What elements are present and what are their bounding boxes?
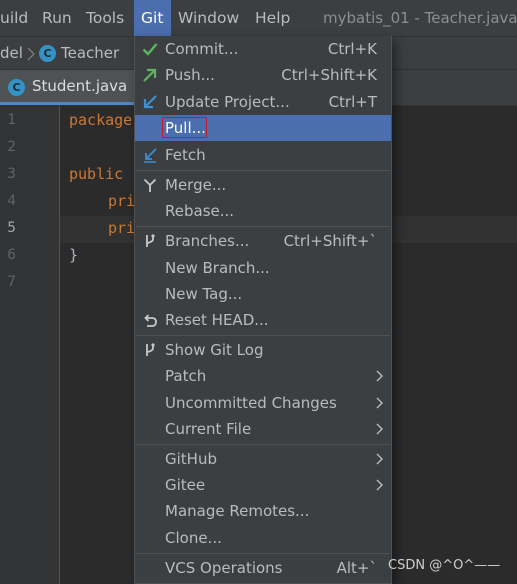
menu-item-shortcut: Alt+` (336, 559, 377, 577)
undo-icon (144, 314, 157, 327)
merge-icon (143, 178, 157, 192)
menu-separator (136, 444, 390, 445)
menu-item-uncommitted-changes[interactable]: Uncommitted Changes (135, 390, 391, 416)
menu-item-current-file[interactable]: Current File (135, 416, 391, 442)
chevron-right-icon (27, 47, 35, 61)
menu-separator (136, 226, 390, 227)
menu-item-new-branch[interactable]: New Branch... (135, 255, 391, 281)
menu-item-new-tag[interactable]: New Tag... (135, 281, 391, 307)
tab-student-java[interactable]: C Student.java (0, 70, 145, 105)
menu-item-label: Push... (165, 66, 215, 84)
menu-item-label: Current File (165, 420, 252, 438)
breadcrumb-item-current[interactable]: Teacher (61, 37, 119, 71)
menu-item-vcs-operations[interactable]: VCS Operations Alt+` (135, 555, 391, 581)
menu-item-rebase[interactable]: Rebase... (135, 198, 391, 224)
menu-separator (136, 553, 390, 554)
menu-help[interactable]: Help (255, 0, 290, 36)
menu-separator (136, 170, 390, 171)
menu-item-label: Merge... (165, 176, 227, 194)
menu-item-fetch[interactable]: Fetch (135, 142, 391, 168)
class-icon: C (8, 79, 25, 96)
chevron-right-icon (376, 397, 383, 409)
line-number: 3 (7, 166, 16, 182)
checkmark-icon (142, 43, 158, 56)
menu-item-label: Reset HEAD... (165, 311, 269, 329)
line-number: 7 (7, 274, 16, 290)
menu-item-label: New Branch... (165, 259, 270, 277)
menu-item-show-git-log[interactable]: Show Git Log (135, 337, 391, 363)
menu-item-label: New Tag... (165, 285, 243, 303)
branch-icon (146, 234, 155, 247)
menu-item-update-project[interactable]: Update Project... Ctrl+T (135, 89, 391, 115)
menu-item-label: Gitee (165, 476, 206, 494)
menu-item-label: Show Git Log (165, 341, 264, 359)
push-arrow-icon (143, 68, 157, 82)
code-line-4: pri (108, 192, 136, 210)
watermark: CSDN @^O^—— (388, 558, 501, 573)
menu-item-label: Pull... (165, 119, 206, 137)
menu-item-label: Uncommitted Changes (165, 394, 337, 412)
chevron-right-icon (376, 453, 383, 465)
git-menu-dropdown: Commit... Ctrl+K Push... Ctrl+Shift+K Up… (134, 36, 392, 584)
menu-item-manage-remotes[interactable]: Manage Remotes... (135, 498, 391, 524)
line-number: 1 (7, 112, 16, 128)
tab-label: Student.java (32, 77, 128, 95)
menu-item-label: Clone... (165, 529, 222, 547)
menu-tools[interactable]: Tools (86, 0, 124, 36)
menu-item-patch[interactable]: Patch (135, 363, 391, 389)
menu-item-merge[interactable]: Merge... (135, 172, 391, 198)
menu-build[interactable]: uild (0, 0, 28, 36)
menu-run[interactable]: Run (42, 0, 72, 36)
menu-item-commit[interactable]: Commit... Ctrl+K (135, 36, 391, 62)
menu-bar: uild Run Tools Git Window Help mybatis_0… (0, 0, 517, 36)
menu-item-branches[interactable]: Branches... Ctrl+Shift+` (135, 228, 391, 254)
class-icon: C (39, 45, 56, 62)
menu-separator (136, 335, 390, 336)
menu-window[interactable]: Window (178, 0, 239, 36)
line-number: 4 (7, 193, 16, 209)
menu-item-label: Update Project... (165, 93, 290, 111)
menu-item-label: Fetch (165, 146, 206, 164)
menu-item-label: Branches... (165, 232, 250, 250)
menu-item-github[interactable]: GitHub (135, 446, 391, 472)
menu-item-clone[interactable]: Clone... (135, 525, 391, 551)
menu-item-label: Patch (165, 367, 207, 385)
menu-item-label: Commit... (165, 40, 239, 58)
menu-item-pull[interactable]: Pull... (135, 115, 391, 141)
line-number-gutter: 1 2 3 4 5 6 7 (0, 106, 60, 584)
menu-item-shortcut: Ctrl+Shift+K (281, 66, 377, 84)
line-number: 2 (7, 139, 16, 155)
chevron-right-icon (376, 423, 383, 435)
menu-item-shortcut: Ctrl+Shift+` (283, 232, 377, 250)
breadcrumb-item-prev[interactable]: del (0, 37, 23, 71)
code-line-1: package (69, 111, 133, 129)
menu-item-label: GitHub (165, 450, 217, 468)
menu-item-push[interactable]: Push... Ctrl+Shift+K (135, 62, 391, 88)
menu-item-gitee[interactable]: Gitee (135, 472, 391, 498)
chevron-right-icon (376, 370, 383, 382)
menu-item-label: VCS Operations (165, 559, 283, 577)
menu-item-label: Manage Remotes... (165, 502, 310, 520)
code-line-6: } (69, 246, 79, 264)
menu-git[interactable]: Git (134, 0, 171, 36)
update-arrow-icon (143, 95, 157, 109)
window-title: mybatis_01 - Teacher.java (323, 9, 517, 27)
code-line-3: public (69, 165, 124, 183)
code-line-5: pri (108, 219, 136, 237)
chevron-right-icon (376, 479, 383, 491)
menu-item-shortcut: Ctrl+K (327, 40, 377, 58)
branch-icon (146, 343, 155, 356)
menu-item-label: Rebase... (165, 202, 235, 220)
menu-item-reset-head[interactable]: Reset HEAD... (135, 307, 391, 333)
line-number-current: 5 (7, 220, 16, 236)
line-number: 6 (7, 247, 16, 263)
fetch-arrow-icon (144, 148, 157, 163)
menu-item-shortcut: Ctrl+T (328, 93, 377, 111)
